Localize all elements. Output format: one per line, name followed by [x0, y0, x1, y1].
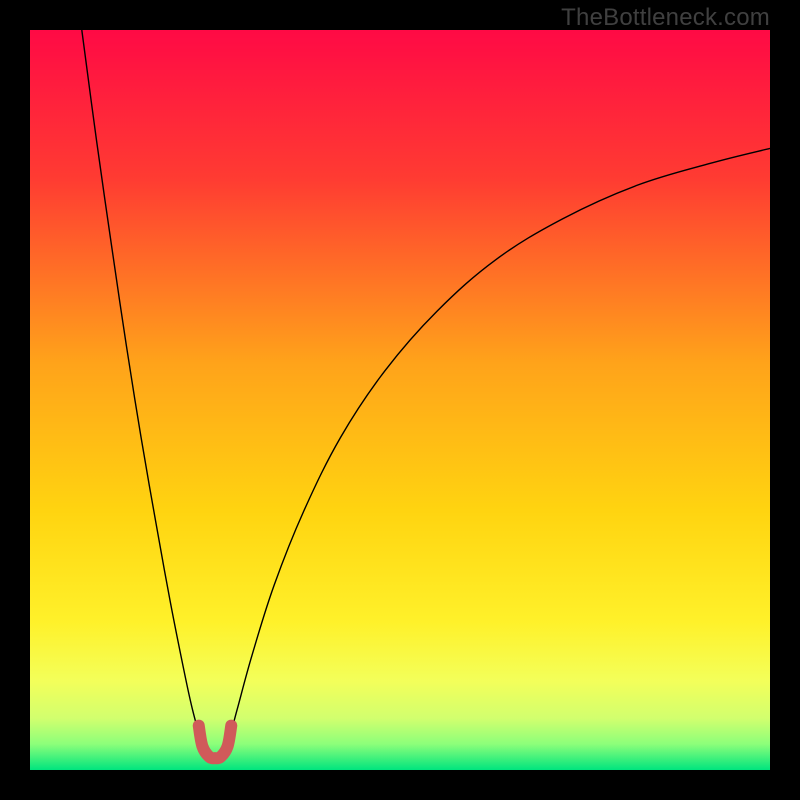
chart-frame: TheBottleneck.com: [0, 0, 800, 800]
chart-plot: [30, 30, 770, 770]
watermark-text: TheBottleneck.com: [561, 4, 770, 32]
chart-background: [30, 30, 770, 770]
